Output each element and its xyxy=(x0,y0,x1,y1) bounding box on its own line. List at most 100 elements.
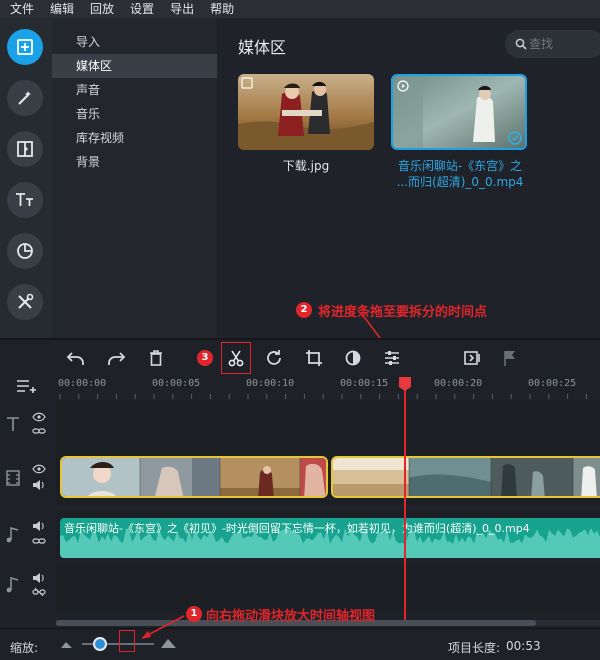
audio-track2-header xyxy=(0,564,56,612)
status-bar: 缩放: 项目长度: 00:53 xyxy=(0,628,600,660)
effects-tool-button[interactable] xyxy=(7,80,43,116)
video-clip[interactable] xyxy=(331,456,600,498)
search-icon xyxy=(515,38,527,50)
speaker-icon[interactable] xyxy=(32,479,46,491)
video-track[interactable] xyxy=(56,452,600,504)
step1-arrow xyxy=(141,615,185,639)
playhead-handle[interactable] xyxy=(398,376,412,392)
export-clip-button[interactable] xyxy=(460,346,484,370)
ruler-tick-label: 00:00:10 xyxy=(246,378,295,389)
audio-clip[interactable]: 音乐闲聊站-《东宫》之《初见》-时光倒回留下忘情一杯，如若初见，为谁而归(超清)… xyxy=(60,518,600,558)
undo-icon xyxy=(66,352,84,365)
audio-clip-label: 音乐闲聊站-《东宫》之《初见》-时光倒回留下忘情一杯，如若初见，为谁而归(超清)… xyxy=(64,522,530,535)
crop-button[interactable] xyxy=(302,346,326,370)
sliders-icon xyxy=(385,351,399,365)
audio-track-header xyxy=(0,510,56,558)
media-item-image[interactable] xyxy=(238,74,374,150)
step1-badge: 1 xyxy=(186,606,202,622)
category-import[interactable]: 导入 xyxy=(52,30,217,54)
media-item-video[interactable] xyxy=(391,74,527,150)
clip-frames xyxy=(62,458,326,496)
unlink-icon[interactable] xyxy=(32,587,46,597)
crop-icon xyxy=(306,350,322,366)
title-track[interactable] xyxy=(56,400,600,452)
video-thumbnail xyxy=(393,76,525,148)
trash-icon xyxy=(150,350,162,366)
transitions-tool-button[interactable] xyxy=(7,131,43,167)
project-length-label: 项目长度: xyxy=(448,641,501,655)
title-track-header xyxy=(0,400,56,452)
scissors-icon xyxy=(228,350,244,367)
menu-help[interactable]: 帮助 xyxy=(210,0,234,18)
step3-badge: 3 xyxy=(197,350,213,366)
color-adjust-icon xyxy=(345,350,361,366)
magic-wand-icon xyxy=(18,91,31,105)
speaker-icon[interactable] xyxy=(32,520,46,532)
title-text-icon xyxy=(16,193,33,206)
step1-instruction: 向右拖动滑块放大时间轴视图 xyxy=(206,609,376,624)
link-icon[interactable] xyxy=(32,536,46,546)
ruler-ticks xyxy=(59,394,587,399)
titles-tool-button[interactable] xyxy=(7,182,43,218)
timeline-ruler[interactable]: 00:00:00 00:00:05 00:00:10 00:00:15 00:0… xyxy=(0,376,600,400)
category-background[interactable]: 背景 xyxy=(52,150,217,174)
media-title: 媒体区 xyxy=(238,38,287,57)
zoom-slider-knob[interactable] xyxy=(93,637,107,651)
sticker-icon xyxy=(17,243,33,259)
category-music[interactable]: 音乐 xyxy=(52,102,217,126)
link-icon[interactable] xyxy=(32,426,46,436)
audio-track[interactable]: 音乐闲聊站-《东宫》之《初见》-时光倒回留下忘情一杯，如若初见，为谁而归(超清)… xyxy=(56,510,600,558)
ruler-tick-label: 00:00:00 xyxy=(58,378,107,389)
ruler-tick-label: 00:00:25 xyxy=(528,378,577,389)
media-item-image-label: 下载.jpg xyxy=(282,159,330,173)
menu-settings[interactable]: 设置 xyxy=(130,0,154,18)
undo-button[interactable] xyxy=(64,346,88,370)
video-clip[interactable] xyxy=(60,456,328,498)
stickers-tool-button[interactable] xyxy=(7,233,43,269)
marker-button[interactable] xyxy=(498,346,522,370)
redo-button[interactable] xyxy=(104,346,128,370)
search-input[interactable] xyxy=(529,37,589,51)
playhead-line[interactable] xyxy=(404,384,406,620)
category-sound[interactable]: 声音 xyxy=(52,78,217,102)
eye-icon[interactable] xyxy=(32,412,46,422)
tools-icon xyxy=(18,293,34,309)
category-media-bin[interactable]: 媒体区 xyxy=(52,54,217,78)
menu-edit[interactable]: 编辑 xyxy=(50,0,74,18)
clip-properties-button[interactable] xyxy=(380,346,404,370)
media-panel: 媒体区 下载.jpg xyxy=(217,18,600,338)
search-box[interactable] xyxy=(505,30,600,58)
menu-export[interactable]: 导出 xyxy=(170,0,194,18)
zoom-out-icon[interactable] xyxy=(60,639,74,649)
more-tools-button[interactable] xyxy=(7,284,43,320)
film-icon xyxy=(6,470,20,486)
split-button[interactable] xyxy=(221,342,251,374)
redo-icon xyxy=(108,352,126,365)
music-note-icon xyxy=(6,577,19,593)
export-clip-icon xyxy=(464,351,480,365)
project-length-value: 00:53 xyxy=(506,639,541,653)
category-list: 导入 媒体区 声音 音乐 库存视频 背景 xyxy=(52,18,217,338)
text-track-icon xyxy=(7,417,19,431)
color-adjust-button[interactable] xyxy=(341,346,365,370)
media-item-video-label-line1: 音乐闲聊站-《东宫》之 xyxy=(397,159,523,173)
transition-icon xyxy=(17,141,33,157)
zoom-knob-highlight xyxy=(119,630,135,652)
menu-file[interactable]: 文件 xyxy=(10,0,34,18)
eye-icon[interactable] xyxy=(32,464,46,474)
import-tool-button[interactable] xyxy=(7,29,43,65)
tool-column xyxy=(0,18,52,338)
rotate-button[interactable] xyxy=(262,346,286,370)
ruler-tick-label: 00:00:15 xyxy=(340,378,389,389)
media-item-video-label-line2: ...而归(超清)_0_0.mp4 xyxy=(396,175,524,189)
ruler-tick-label: 00:00:05 xyxy=(152,378,201,389)
step2-badge: 2 xyxy=(296,302,312,318)
category-stock-video[interactable]: 库存视频 xyxy=(52,126,217,150)
delete-button[interactable] xyxy=(144,346,168,370)
menu-playback[interactable]: 回放 xyxy=(90,0,114,18)
rotate-icon xyxy=(267,350,281,365)
speaker-icon[interactable] xyxy=(32,572,46,584)
video-track-header xyxy=(0,452,56,504)
image-thumbnail xyxy=(238,74,374,150)
timeline-toolbar: 3 xyxy=(0,340,600,376)
